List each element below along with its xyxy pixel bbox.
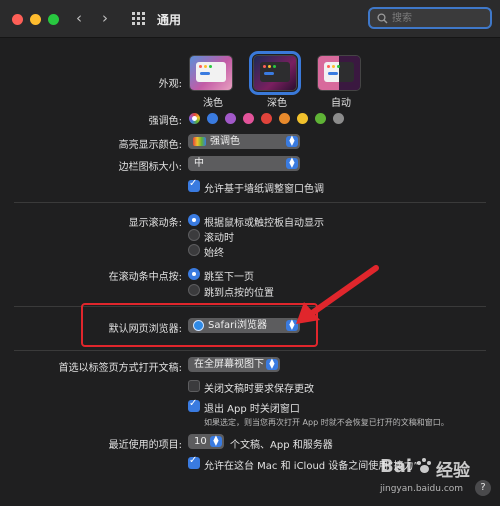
scroll-bars-always-radio[interactable]	[188, 244, 200, 256]
separator	[14, 350, 486, 351]
highlight-color-popup[interactable]: 强调色 ▲ ▼	[188, 134, 300, 149]
highlight-color-label: 高亮显示颜色:	[118, 140, 182, 151]
recent-items-popup[interactable]: 10 ▲ ▼	[188, 434, 224, 449]
popup-chevron-icon: ▲ ▼	[210, 435, 222, 447]
prefer-tabs-popup[interactable]: 在全屏幕视图下 ▲ ▼	[188, 357, 280, 372]
sidebar-icon-size-popup[interactable]: 中 ▲ ▼	[188, 156, 300, 171]
highlight-color-value: 强调色	[210, 136, 240, 147]
prefer-tabs-label: 首选以标签页方式打开文稿:	[58, 363, 182, 374]
scroll-bars-auto-radio[interactable]	[188, 214, 200, 226]
zoom-window-button[interactable]	[48, 14, 59, 25]
appearance-auto-label: 自动	[331, 98, 351, 109]
search-icon	[377, 13, 388, 24]
accent-yellow-swatch[interactable]	[297, 113, 308, 124]
accent-color-label: 强调色:	[148, 116, 182, 127]
appearance-label: 外观:	[158, 79, 182, 90]
recent-items-label: 最近使用的项目:	[108, 440, 182, 451]
popup-chevron-icon: ▲ ▼	[266, 358, 278, 370]
baidu-watermark: Bai 经验 jingyan.baidu.com	[380, 454, 495, 502]
click-spot-radio[interactable]	[188, 284, 200, 296]
appearance-dark-thumb[interactable]	[249, 51, 301, 95]
close-window-button[interactable]	[12, 14, 23, 25]
handoff-checkbox[interactable]	[188, 455, 200, 469]
scroll-bars-auto-label: 根据鼠标或触控板自动显示	[204, 218, 324, 229]
popup-chevron-icon: ▲ ▼	[286, 135, 298, 147]
click-spot-label: 跳到点按的位置	[204, 288, 274, 299]
accent-purple-swatch[interactable]	[225, 113, 236, 124]
minimize-window-button[interactable]	[30, 14, 41, 25]
close-windows-note: 如果选定，则当您再次打开 App 时就不会恢复已打开的文稿和窗口。	[204, 418, 449, 427]
accent-multicolor-swatch[interactable]	[189, 113, 200, 124]
window-title: 通用	[157, 13, 182, 27]
scroll-bars-when-scrolling-label: 滚动时	[204, 233, 234, 244]
sidebar-icon-size-value: 中	[194, 158, 204, 169]
recent-items-value: 10	[194, 436, 207, 447]
back-arrow-icon[interactable]: ‹	[76, 9, 82, 27]
scroll-bars-when-scrolling-radio[interactable]	[188, 229, 200, 241]
baidu-watermark-url: jingyan.baidu.com	[380, 484, 464, 494]
baidu-watermark-brand2: 经验	[436, 461, 470, 481]
annotation-arrow-icon	[296, 265, 379, 324]
appearance-light-thumb[interactable]	[189, 55, 233, 91]
search-input[interactable]	[392, 11, 482, 25]
sidebar-icon-size-label: 边栏图标大小:	[118, 162, 182, 173]
help-button[interactable]: ?	[475, 480, 491, 496]
accent-pink-swatch[interactable]	[243, 113, 254, 124]
wallpaper-tint-checkbox[interactable]	[188, 178, 200, 192]
click-scroll-bar-label: 在滚动条中点按:	[108, 272, 182, 283]
scroll-bars-always-label: 始终	[204, 248, 224, 259]
accent-red-swatch[interactable]	[261, 113, 272, 124]
accent-blue-swatch[interactable]	[207, 113, 218, 124]
show-all-grid-icon[interactable]	[132, 12, 145, 25]
search-field[interactable]	[368, 7, 492, 29]
baidu-watermark-brand: Bai	[380, 456, 413, 477]
accent-graphite-swatch[interactable]	[333, 113, 344, 124]
forward-arrow-icon[interactable]: ›	[102, 9, 108, 27]
ask-save-label: 关闭文稿时要求保存更改	[204, 384, 314, 395]
accent-orange-swatch[interactable]	[279, 113, 290, 124]
click-next-page-label: 跳至下一页	[204, 272, 254, 283]
recent-items-suffix: 个文稿、App 和服务器	[230, 440, 333, 451]
highlight-swatch-icon	[193, 137, 206, 146]
prefer-tabs-value: 在全屏幕视图下	[194, 359, 264, 370]
baidu-paw-icon	[416, 458, 432, 474]
appearance-dark-label: 深色	[267, 98, 287, 109]
appearance-auto-thumb[interactable]	[317, 55, 361, 91]
annotation-highlight-box	[81, 303, 318, 347]
popup-chevron-icon: ▲ ▼	[286, 157, 298, 169]
accent-green-swatch[interactable]	[315, 113, 326, 124]
ask-save-checkbox[interactable]	[188, 380, 200, 392]
separator	[14, 202, 486, 203]
click-next-page-radio[interactable]	[188, 268, 200, 280]
appearance-light-label: 浅色	[203, 98, 223, 109]
close-windows-checkbox[interactable]	[188, 398, 200, 412]
wallpaper-tint-label: 允许基于墙纸调整窗口色调	[204, 184, 324, 195]
show-scroll-bars-label: 显示滚动条:	[128, 218, 182, 229]
close-windows-label: 退出 App 时关闭窗口	[204, 404, 300, 415]
